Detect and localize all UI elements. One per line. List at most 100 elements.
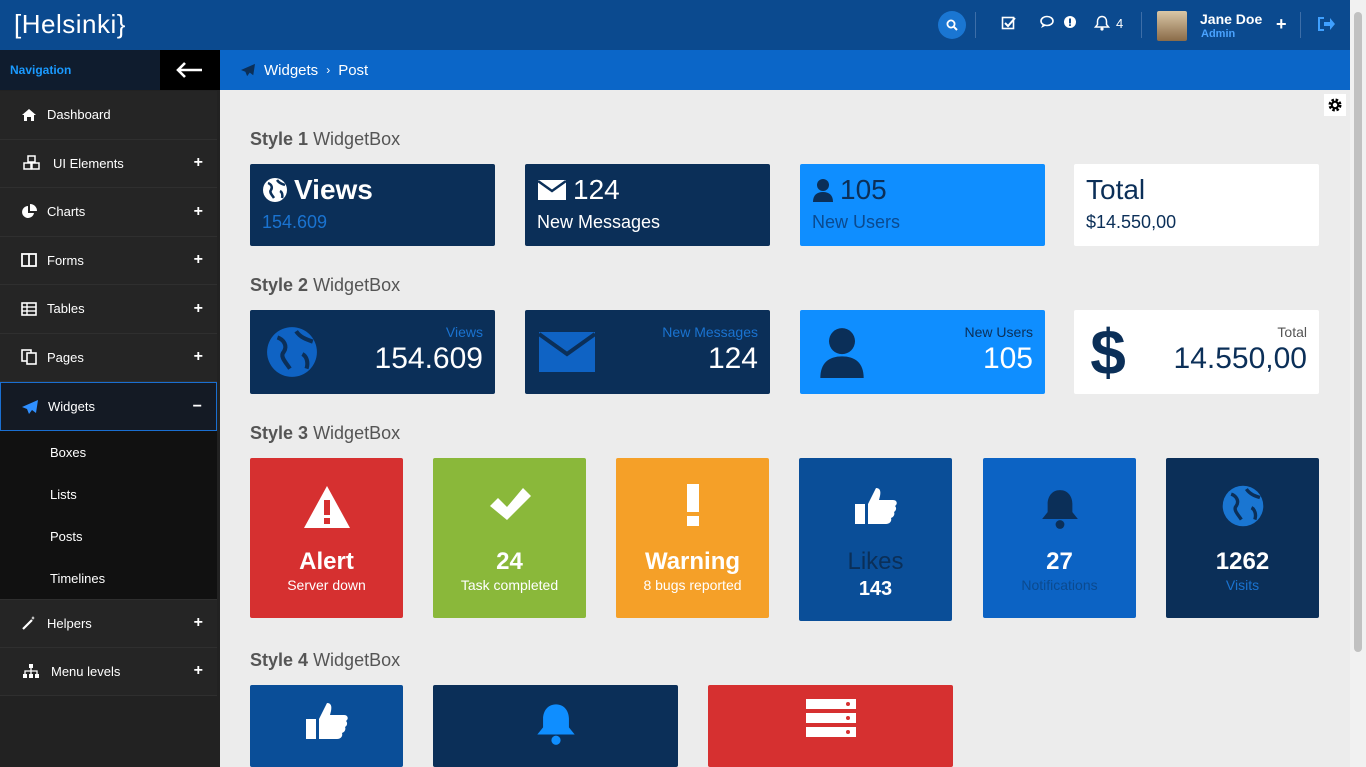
widget3-alert[interactable]: Alert Server down bbox=[250, 458, 403, 618]
widget4-likes[interactable] bbox=[250, 685, 403, 767]
scrollbar-thumb[interactable] bbox=[1354, 12, 1362, 652]
submenu-item-timelines[interactable]: Timelines bbox=[0, 557, 217, 599]
widget-label: Views bbox=[445, 324, 483, 340]
breadcrumb-section[interactable]: Widgets bbox=[264, 62, 318, 79]
exclamation-circle-icon bbox=[1064, 16, 1076, 28]
user-role: Admin bbox=[1201, 28, 1236, 40]
section-title-style4: Style 4 WidgetBox bbox=[250, 650, 400, 671]
submenu-item-lists[interactable]: Lists bbox=[0, 473, 217, 515]
widget-heading: Likes bbox=[847, 548, 904, 575]
widget4-notifications[interactable] bbox=[433, 685, 678, 767]
search-button[interactable] bbox=[938, 11, 966, 39]
section-title-style1: Style 1 WidgetBox bbox=[250, 129, 400, 150]
section-name: WidgetBox bbox=[313, 650, 401, 670]
widget-title: Total bbox=[1086, 174, 1146, 205]
widget-value: 154.609 bbox=[374, 342, 483, 375]
widget4-server[interactable] bbox=[708, 685, 953, 767]
sidebar-item-pages[interactable]: Pages + bbox=[0, 333, 217, 382]
logout-button[interactable] bbox=[1316, 15, 1336, 33]
widget3-warning[interactable]: Warning 8 bugs reported bbox=[616, 458, 769, 618]
sidebar-item-ui-elements[interactable]: UI Elements + bbox=[0, 139, 217, 188]
widget3-visits[interactable]: 1262 Visits bbox=[1166, 458, 1319, 618]
sitemap-icon bbox=[20, 663, 42, 679]
widget-subtext: Server down bbox=[287, 577, 366, 593]
check-icon bbox=[433, 484, 586, 524]
chat-icon bbox=[1040, 15, 1054, 28]
section-title-style2: Style 2 WidgetBox bbox=[250, 275, 400, 296]
user-name[interactable]: Jane Doe bbox=[1200, 11, 1262, 27]
section-number: Style 3 bbox=[250, 423, 309, 443]
breadcrumb: Widgets › Post bbox=[220, 50, 1350, 90]
sidebar-item-dashboard[interactable]: Dashboard bbox=[0, 91, 217, 140]
widget-heading: Alert bbox=[299, 548, 354, 575]
collapse-sidebar-button[interactable] bbox=[160, 50, 220, 90]
widget2-views[interactable]: Views 154.609 bbox=[250, 310, 495, 394]
widget-subtext: 8 bugs reported bbox=[643, 577, 742, 593]
search-icon bbox=[946, 19, 958, 31]
thumbs-up-icon bbox=[250, 699, 403, 743]
divider bbox=[975, 12, 976, 38]
widget-value: 105 bbox=[982, 342, 1033, 375]
submenu-item-boxes[interactable]: Boxes bbox=[0, 431, 217, 473]
widget-total[interactable]: Total $14.550,00 bbox=[1074, 164, 1319, 246]
widget-heading: 124 bbox=[537, 174, 620, 206]
notifications-button[interactable]: 4 bbox=[1094, 15, 1123, 31]
bell-icon bbox=[433, 699, 678, 747]
widgets-submenu: Boxes Lists Posts Timelines bbox=[0, 431, 217, 599]
section-name: WidgetBox bbox=[313, 423, 401, 443]
home-icon bbox=[20, 108, 38, 122]
divider bbox=[1300, 12, 1301, 38]
widget-label: New Users bbox=[964, 324, 1033, 340]
sidebar-item-menu-levels[interactable]: Menu levels + bbox=[0, 647, 217, 696]
globe-icon bbox=[263, 178, 287, 202]
table-icon bbox=[20, 301, 38, 316]
globe-icon bbox=[1166, 484, 1319, 528]
widget-views[interactable]: Views 154.609 bbox=[250, 164, 495, 246]
add-button[interactable]: + bbox=[1276, 14, 1287, 35]
exclamation-icon bbox=[616, 484, 769, 526]
tasks-button[interactable] bbox=[1001, 15, 1017, 31]
widget2-total[interactable]: $ Total 14.550,00 bbox=[1074, 310, 1319, 394]
expand-icon: + bbox=[193, 154, 203, 172]
sidebar-title: Navigation bbox=[10, 63, 72, 77]
widget-value: $14.550,00 bbox=[1086, 212, 1177, 232]
widget-heading: Warning bbox=[644, 548, 741, 575]
widget2-messages[interactable]: New Messages 124 bbox=[525, 310, 770, 394]
widget-heading: 24 bbox=[496, 548, 523, 575]
sidebar-item-label: Forms bbox=[47, 252, 84, 268]
globe-icon bbox=[262, 322, 322, 382]
widget-messages[interactable]: 124 New Messages bbox=[525, 164, 770, 246]
sidebar-item-forms[interactable]: Forms + bbox=[0, 236, 217, 285]
sidebar-item-tables[interactable]: Tables + bbox=[0, 285, 217, 334]
breadcrumb-separator: › bbox=[326, 63, 331, 77]
breadcrumb-page: Post bbox=[338, 61, 369, 79]
expand-icon: + bbox=[193, 299, 203, 317]
widget3-likes[interactable]: Likes 143 bbox=[799, 458, 952, 621]
thumbs-up-icon bbox=[799, 484, 952, 528]
warning-icon bbox=[250, 484, 403, 530]
logout-icon bbox=[1318, 17, 1335, 31]
sidebar-item-widgets[interactable]: Widgets − bbox=[0, 382, 217, 431]
widget-value: 124 bbox=[707, 342, 758, 375]
sidebar-menu: Dashboard UI Elements + Charts + Forms +… bbox=[0, 91, 217, 696]
widget3-notifications[interactable]: 27 Notifications bbox=[983, 458, 1136, 618]
sidebar-item-helpers[interactable]: Helpers + bbox=[0, 599, 217, 648]
sidebar-item-charts[interactable]: Charts + bbox=[0, 188, 217, 237]
submenu-item-posts[interactable]: Posts bbox=[0, 515, 217, 557]
messages-button[interactable] bbox=[1040, 15, 1076, 29]
sidebar-item-label: Dashboard bbox=[47, 107, 111, 123]
settings-button[interactable] bbox=[1324, 94, 1346, 116]
sidebar-header: Navigation bbox=[0, 50, 220, 90]
expand-icon: + bbox=[193, 614, 203, 632]
columns-icon bbox=[20, 253, 38, 268]
widget3-tasks[interactable]: 24 Task completed bbox=[433, 458, 586, 618]
magic-wand-icon bbox=[20, 615, 38, 631]
widget-users[interactable]: 105 New Users bbox=[800, 164, 1045, 246]
widget-label: Total bbox=[1277, 324, 1307, 340]
app-logo[interactable]: [Helsinki} bbox=[14, 9, 126, 40]
avatar[interactable] bbox=[1157, 11, 1187, 41]
envelope-icon bbox=[537, 322, 597, 382]
user-icon bbox=[812, 322, 872, 382]
widget-subtext: Notifications bbox=[1021, 577, 1098, 593]
widget2-users[interactable]: New Users 105 bbox=[800, 310, 1045, 394]
